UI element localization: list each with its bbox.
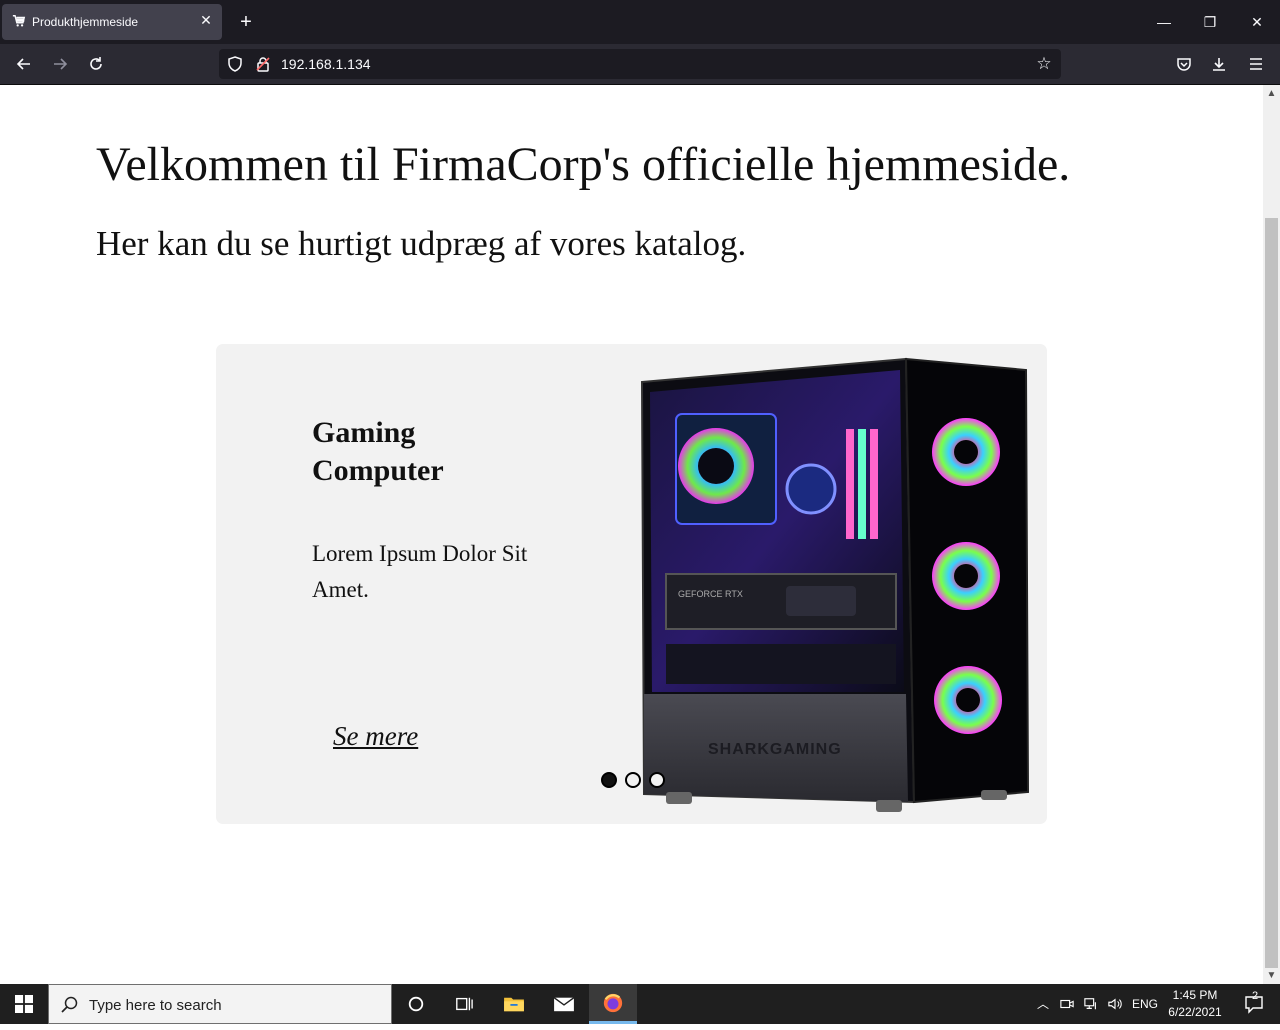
carousel-dot-1[interactable] (601, 772, 617, 788)
brand-label: SHARKGAMING (708, 741, 842, 758)
browser-tab-bar: Produkthjemmeside ✕ + — ❐ ✕ (0, 0, 1280, 44)
mail-icon (553, 997, 575, 1012)
folder-icon (504, 997, 524, 1012)
speaker-icon (1108, 998, 1122, 1010)
cortana-circle-icon (408, 996, 424, 1012)
product-description: Lorem Ipsum Dolor Sit Amet. (312, 541, 528, 602)
task-view-button[interactable] (440, 984, 488, 1024)
cortana-button[interactable] (392, 984, 440, 1024)
browser-nav-bar: 192.168.1.134 ☆ (0, 44, 1280, 85)
browser-tab[interactable]: Produkthjemmeside ✕ (2, 4, 222, 40)
see-more-link[interactable]: Se mere (333, 721, 418, 752)
clock-time: 1:45 PM (1172, 988, 1218, 1002)
url-text: 192.168.1.134 (281, 56, 371, 72)
address-bar[interactable]: 192.168.1.134 ☆ (219, 49, 1061, 79)
minimize-button[interactable]: — (1152, 10, 1176, 34)
search-icon (61, 996, 78, 1013)
taskbar-clock[interactable]: 1:45 PM 6/22/2021 (1164, 987, 1226, 1021)
action-center-button[interactable]: 2 (1234, 984, 1274, 1024)
network-icon[interactable] (1081, 984, 1101, 1024)
language-indicator[interactable]: ENG (1128, 984, 1162, 1024)
shopping-cart-icon (12, 15, 26, 27)
search-placeholder: Type here to search (89, 997, 222, 1014)
tab-close-icon[interactable]: ✕ (198, 12, 214, 28)
restore-button[interactable]: ❐ (1198, 10, 1222, 34)
forward-arrow-icon (54, 58, 68, 70)
back-arrow-icon (16, 58, 30, 70)
forward-button[interactable] (48, 52, 72, 76)
back-button[interactable] (12, 52, 36, 76)
close-window-button[interactable]: ✕ (1245, 10, 1269, 34)
carousel-dot-2[interactable] (625, 772, 641, 788)
gpu-label: GEFORCE RTX (678, 589, 743, 599)
page-viewport: Velkommen til FirmaCorp's officielle hje… (0, 85, 1263, 984)
taskbar-search-box[interactable]: Type here to search (48, 984, 392, 1024)
product-carousel: Gaming Computer Lorem Ipsum Dolor Sit Am… (216, 344, 1047, 824)
gaming-pc-image: GEFORCE RTX SHARKGAMING (640, 357, 1030, 812)
new-tab-button[interactable]: + (234, 10, 258, 34)
bookmark-star-icon[interactable]: ☆ (1033, 53, 1055, 75)
download-icon (1213, 58, 1225, 71)
reload-button[interactable] (84, 52, 108, 76)
page-scrollbar[interactable]: ▲ ▼ (1263, 85, 1280, 984)
scroll-up-arrow-icon[interactable]: ▲ (1263, 85, 1280, 102)
tab-title: Produkthjemmeside (32, 15, 139, 29)
firefox-taskbar-button[interactable] (589, 984, 637, 1024)
notification-count: 2 (1252, 990, 1259, 1002)
mail-button[interactable] (540, 984, 588, 1024)
tray-overflow-chevron-icon[interactable]: ︿ (1033, 984, 1053, 1024)
network-monitor-icon (1084, 998, 1096, 1010)
hamburger-menu-icon (1250, 58, 1262, 70)
product-title: Gaming Computer (312, 416, 444, 487)
pocket-button[interactable] (1172, 52, 1196, 76)
windows-taskbar: Type here to search ︿ ENG 1:45 PM 6/22/2… (0, 984, 1280, 1024)
scroll-down-arrow-icon[interactable]: ▼ (1263, 967, 1280, 984)
clock-date: 6/22/2021 (1168, 1005, 1222, 1019)
page-subheadline: Her kan du se hurtigt udpræg af vores ka… (96, 224, 747, 263)
carousel-dot-3[interactable] (649, 772, 665, 788)
downloads-button[interactable] (1207, 52, 1231, 76)
firefox-icon (603, 993, 623, 1013)
volume-icon[interactable] (1105, 984, 1125, 1024)
reload-icon (90, 57, 102, 70)
meet-now-icon[interactable] (1057, 984, 1077, 1024)
start-button[interactable] (0, 984, 48, 1024)
windows-logo-icon (15, 995, 33, 1013)
insecure-lock-icon[interactable] (255, 56, 271, 72)
shield-icon[interactable] (227, 56, 243, 72)
pocket-icon (1177, 58, 1191, 71)
menu-button[interactable] (1244, 52, 1268, 76)
camera-icon (1060, 999, 1074, 1009)
page-headline: Velkommen til FirmaCorp's officielle hje… (96, 138, 1071, 191)
task-view-icon (456, 997, 473, 1011)
file-explorer-button[interactable] (490, 984, 538, 1024)
scrollbar-thumb[interactable] (1265, 218, 1278, 968)
